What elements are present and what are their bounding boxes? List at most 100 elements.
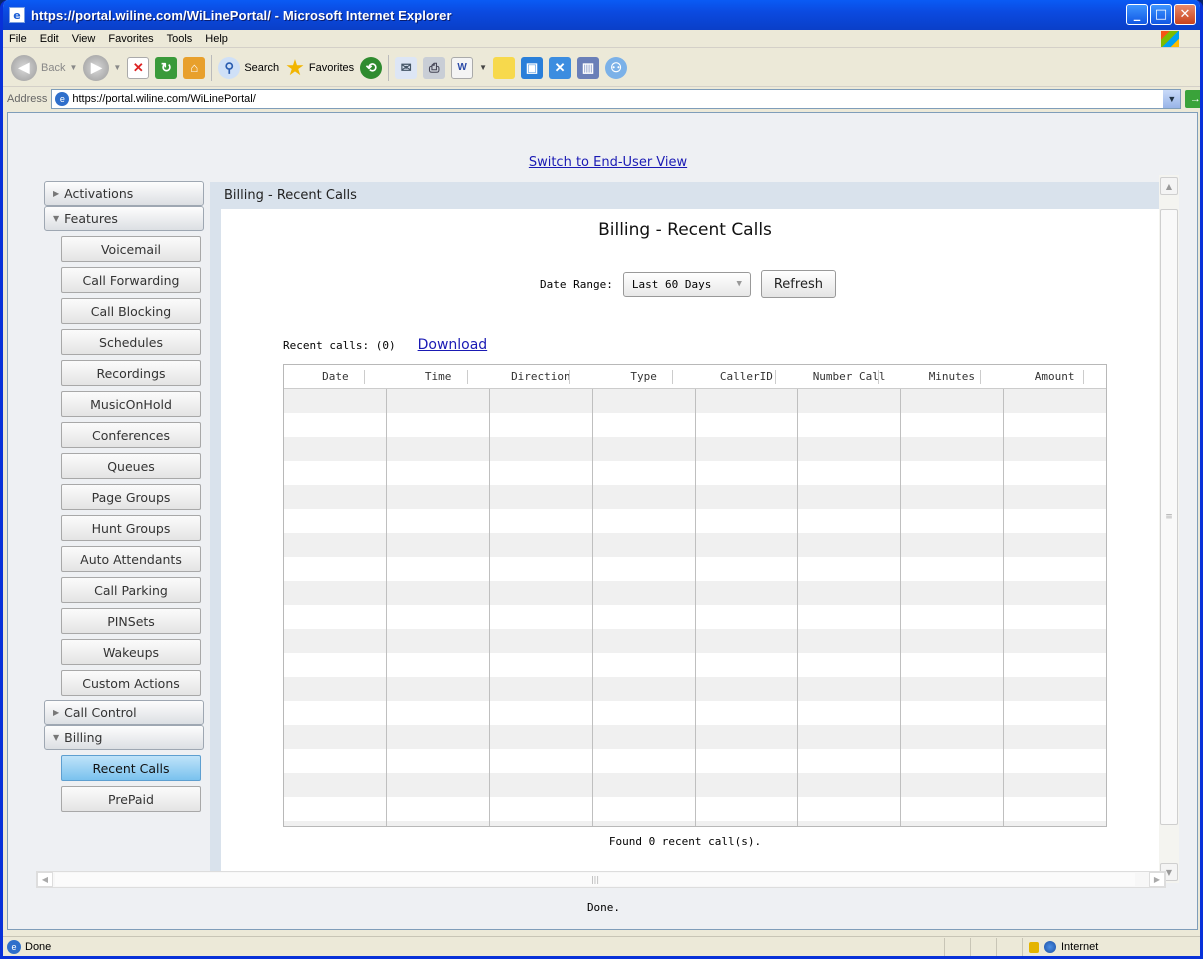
status-bar: e Done Internet xyxy=(3,936,1200,956)
status-cell xyxy=(970,938,996,956)
forward-button[interactable]: ▶ ▼ xyxy=(83,54,121,81)
minimize-icon[interactable]: _ xyxy=(1126,4,1148,25)
refresh-icon[interactable]: ↻ xyxy=(155,56,178,79)
table-header: Date Time Direction Type CallerID Number… xyxy=(284,365,1106,389)
triangle-right-icon: ▶ xyxy=(53,189,60,198)
column-header-time[interactable]: Time xyxy=(387,365,490,388)
word-icon[interactable]: W xyxy=(451,56,474,79)
search-button[interactable]: ⚲ Search xyxy=(218,56,279,79)
dropdown-icon[interactable]: ▼ xyxy=(479,63,487,72)
switch-end-user-link[interactable]: Switch to End-User View xyxy=(508,155,708,170)
nav-section-features[interactable]: ▼ Features xyxy=(44,206,204,231)
print-icon[interactable]: ⎙ xyxy=(423,56,446,79)
nav-item-prepaid[interactable]: PrePaid xyxy=(61,786,201,812)
mail-icon[interactable]: ✉ xyxy=(395,56,418,79)
history-icon[interactable]: ⟲ xyxy=(360,56,383,79)
nav-item-recent-calls[interactable]: Recent Calls xyxy=(61,755,201,781)
back-button[interactable]: ◀ Back ▼ xyxy=(11,54,77,81)
horizontal-scrollbar[interactable]: ◀ ||| ▶ xyxy=(36,871,1166,888)
menu-tools[interactable]: Tools xyxy=(167,33,193,45)
pane-border xyxy=(210,209,221,872)
date-range-select[interactable]: Last 60 Days ▼ xyxy=(622,271,751,297)
maximize-icon[interactable]: □ xyxy=(1150,4,1172,25)
column-header-direction[interactable]: Direction xyxy=(490,365,593,388)
ie-icon: e xyxy=(9,7,25,23)
triangle-right-icon: ▶ xyxy=(53,708,60,717)
date-range-row: Date Range: Last 60 Days ▼ Refresh xyxy=(540,270,836,298)
zone-label: Internet xyxy=(1061,941,1099,953)
menu-file[interactable]: File xyxy=(9,33,27,45)
address-input[interactable]: e https://portal.wiline.com/WiLinePortal… xyxy=(51,89,1182,109)
column-header-callerid[interactable]: CallerID xyxy=(695,365,798,388)
favorites-label: Favorites xyxy=(308,61,355,74)
menu-view[interactable]: View xyxy=(72,33,96,45)
forward-arrow-icon: ▶ xyxy=(83,54,110,81)
found-count: Found 0 recent call(s). xyxy=(608,835,762,848)
status-cell xyxy=(996,938,1022,956)
outlook-icon[interactable]: ✕ xyxy=(549,56,572,79)
nav-item-call-forwarding[interactable]: Call Forwarding xyxy=(61,267,201,293)
refresh-button[interactable]: Refresh xyxy=(760,270,836,298)
column-header-type[interactable]: Type xyxy=(592,365,695,388)
favorites-button[interactable]: ★ Favorites xyxy=(285,55,354,81)
column-header-number-call[interactable]: Number Call xyxy=(798,365,901,388)
recent-calls-bar: Recent calls: (0) Download xyxy=(283,337,487,353)
column-header-minutes[interactable]: Minutes xyxy=(901,365,1004,388)
nav-item-call-blocking[interactable]: Call Blocking xyxy=(61,298,201,324)
nav-item-conferences[interactable]: Conferences xyxy=(61,422,201,448)
research-icon[interactable]: ▥ xyxy=(577,56,600,79)
scroll-up-icon[interactable]: ▲ xyxy=(1160,177,1178,195)
download-link[interactable]: Download xyxy=(418,337,488,353)
nav-section-activations[interactable]: ▶ Activations xyxy=(44,181,204,206)
nav-item-page-groups[interactable]: Page Groups xyxy=(61,484,201,510)
windows-logo-icon xyxy=(1161,31,1179,47)
nav-item-wakeups[interactable]: Wakeups xyxy=(61,639,201,665)
nav-item-custom-actions[interactable]: Custom Actions xyxy=(61,670,201,696)
dropdown-icon[interactable]: ▼ xyxy=(69,63,77,72)
page-viewport: Switch to End-User View ▶ Activations ▼ … xyxy=(7,112,1198,930)
scroll-thumb[interactable]: ≡ xyxy=(1160,209,1178,825)
nav-section-billing[interactable]: ▼ Billing xyxy=(44,725,204,750)
nav-item-call-parking[interactable]: Call Parking xyxy=(61,577,201,603)
vertical-scrollbar[interactable]: ▲ ≡ ▼ xyxy=(1159,175,1179,883)
nav-item-recordings[interactable]: Recordings xyxy=(61,360,201,386)
toolbar: ◀ Back ▼ ▶ ▼ ✕ ↻ ⌂ ⚲ Search ★ Favorites … xyxy=(3,49,1200,87)
title-bar: e https://portal.wiline.com/WiLinePortal… xyxy=(3,0,1200,30)
recent-calls-count: Recent calls: (0) xyxy=(283,338,396,352)
scroll-left-icon[interactable]: ◀ xyxy=(37,872,53,887)
nav-item-schedules[interactable]: Schedules xyxy=(61,329,201,355)
people-icon[interactable]: ⚇ xyxy=(605,56,628,79)
breadcrumb: Billing - Recent Calls xyxy=(224,188,357,203)
scroll-thumb[interactable]: ||| xyxy=(55,873,1135,886)
nav-item-voicemail[interactable]: Voicemail xyxy=(61,236,201,262)
toolbar-separator xyxy=(211,54,213,81)
column-header-date[interactable]: Date xyxy=(284,365,387,388)
chevron-down-icon[interactable]: ▼ xyxy=(1163,90,1181,108)
nav-section-call-control[interactable]: ▶ Call Control xyxy=(44,700,204,725)
menu-help[interactable]: Help xyxy=(205,33,228,45)
notes-icon[interactable] xyxy=(493,56,516,79)
globe-icon xyxy=(1044,941,1056,953)
page-title: Billing - Recent Calls xyxy=(598,220,772,240)
column-header-amount[interactable]: Amount xyxy=(1003,365,1106,388)
security-zone[interactable]: Internet xyxy=(1022,938,1200,956)
messenger-icon[interactable]: ▣ xyxy=(521,56,544,79)
scroll-right-icon[interactable]: ▶ xyxy=(1149,872,1165,887)
home-icon[interactable]: ⌂ xyxy=(183,56,206,79)
nav-item-queues[interactable]: Queues xyxy=(61,453,201,479)
menu-edit[interactable]: Edit xyxy=(40,33,59,45)
nav-item-hunt-groups[interactable]: Hunt Groups xyxy=(61,515,201,541)
triangle-down-icon: ▼ xyxy=(53,214,60,223)
dropdown-icon[interactable]: ▼ xyxy=(113,63,121,72)
close-icon[interactable]: ✕ xyxy=(1174,4,1196,25)
go-button[interactable]: → Go xyxy=(1185,90,1200,108)
stop-icon[interactable]: ✕ xyxy=(127,56,150,79)
nav-item-auto-attendants[interactable]: Auto Attendants xyxy=(61,546,201,572)
window-title: https://portal.wiline.com/WiLinePortal/ … xyxy=(31,7,452,23)
menu-favorites[interactable]: Favorites xyxy=(108,33,153,45)
status-zones: Internet xyxy=(944,937,1200,956)
triangle-down-icon: ▼ xyxy=(53,733,60,742)
search-icon: ⚲ xyxy=(218,56,241,79)
nav-item-pinsets[interactable]: PINSets xyxy=(61,608,201,634)
nav-item-music-on-hold[interactable]: MusicOnHold xyxy=(61,391,201,417)
